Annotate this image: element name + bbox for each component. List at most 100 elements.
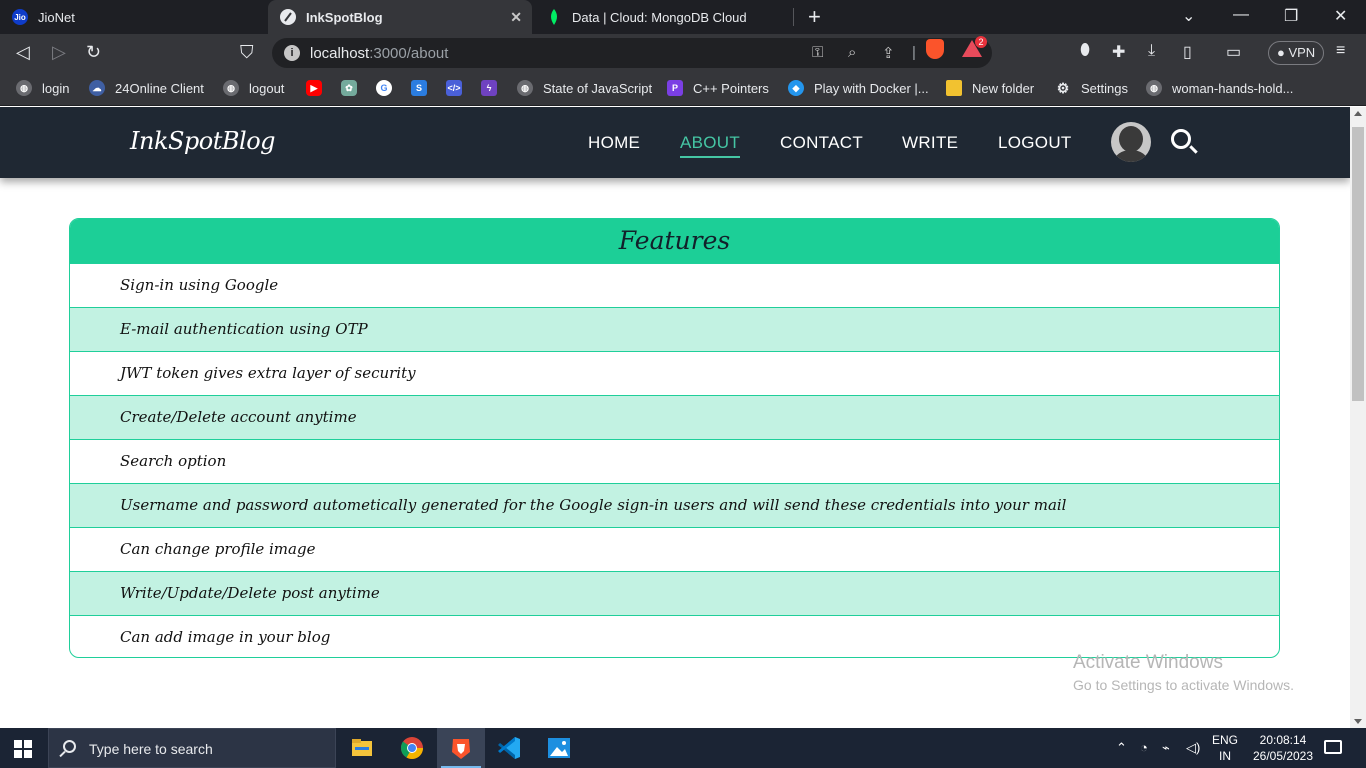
feature-row: Sign-in using Google (70, 263, 1279, 307)
feature-row: E-mail authentication using OTP (70, 307, 1279, 351)
scroll-up-icon[interactable] (1354, 111, 1362, 116)
bookmark-cpp-pointers[interactable]: P C++ Pointers (667, 80, 769, 96)
bookmark-s[interactable]: S (411, 80, 437, 96)
rewards-badge: 2 (975, 36, 987, 48)
bookmark-docker[interactable]: ◆ Play with Docker |... (788, 80, 929, 96)
tab-title: JioNet (38, 9, 75, 25)
google-icon: G (376, 80, 392, 96)
search-icon (63, 740, 76, 753)
network-icon[interactable]: ◔ (1140, 740, 1148, 755)
tray-chevron-icon[interactable]: ⌃ (1116, 740, 1127, 756)
window-close-icon[interactable]: ✕ (1334, 6, 1347, 26)
back-arrow-icon[interactable]: ◁ (16, 42, 30, 63)
bookmark-chatgpt[interactable]: ✿ (341, 80, 367, 96)
bookmark-code[interactable]: </> (446, 80, 472, 96)
scroll-down-icon[interactable] (1354, 719, 1362, 724)
address-bar[interactable]: i localhost:3000/about ⚿ ⌕ ⇪ | (272, 38, 992, 68)
nav-contact[interactable]: CONTACT (780, 133, 863, 153)
bookmark-icon[interactable]: ⛉ (240, 42, 254, 63)
nav-home[interactable]: HOME (588, 133, 640, 153)
bookmark-24online[interactable]: ☁ 24Online Client (89, 80, 204, 96)
tab-jionet[interactable]: Jio JioNet (0, 0, 266, 34)
page-viewport: InkSpotBlog HOME ABOUT CONTACT WRITE LOG… (0, 107, 1350, 728)
bolt-icon: ϟ (481, 80, 497, 96)
brave-taskbar-icon[interactable] (437, 728, 485, 768)
lang-code: ENG (1211, 733, 1238, 747)
bookmark-login[interactable]: ◍ login (16, 80, 69, 96)
maximize-icon[interactable]: ❐ (1284, 6, 1298, 26)
browser-toolbar: ◁ ▷ ↻ ⛉ i localhost:3000/about ⚿ ⌕ ⇪ | 2… (0, 34, 1366, 72)
avatar[interactable] (1111, 122, 1151, 162)
bookmark-bolt[interactable]: ϟ (481, 80, 507, 96)
chrome-icon[interactable] (388, 728, 436, 768)
avatar-body (1114, 150, 1148, 162)
share-icon[interactable]: ⇪ (882, 44, 895, 62)
globe-icon: ◍ (16, 80, 32, 96)
divider: | (912, 44, 916, 61)
youtube-icon: ▶ (306, 80, 322, 96)
feature-row: Username and password autometically gene… (70, 483, 1279, 527)
bookmark-google[interactable]: G (376, 80, 402, 96)
clock-time: 20:08:14 (1259, 733, 1307, 747)
avatar-head (1119, 126, 1143, 152)
sidebar-icon[interactable]: ▯ (1183, 42, 1192, 62)
power-plug-icon[interactable]: ⌁ (1162, 740, 1170, 756)
site-navbar: InkSpotBlog HOME ABOUT CONTACT WRITE LOG… (0, 107, 1350, 178)
tab-inkspotblog[interactable]: InkSpotBlog ✕ (268, 0, 532, 34)
wallet-icon[interactable]: ▭ (1226, 42, 1241, 62)
puzzle-extensions-icon[interactable]: ✚ (1112, 42, 1125, 62)
chatgpt-icon: ✿ (341, 80, 357, 96)
gear-icon: ⚙ (1056, 79, 1070, 96)
brave-rewards-icon[interactable]: 2 (962, 36, 987, 57)
photos-icon[interactable] (535, 728, 583, 768)
nav-write[interactable]: WRITE (902, 133, 958, 153)
scrollbar-thumb[interactable] (1352, 127, 1364, 401)
tab-title: InkSpotBlog (306, 9, 383, 25)
nav-logout[interactable]: LOGOUT (998, 133, 1072, 153)
feature-row: Write/Update/Delete post anytime (70, 571, 1279, 615)
bookmark-settings[interactable]: ⚙ Settings (1055, 80, 1128, 96)
download-icon[interactable]: ⤓ (1148, 42, 1155, 60)
activate-windows-subtitle: Go to Settings to activate Windows. (1073, 677, 1294, 693)
bookmark-youtube[interactable]: ▶ (306, 80, 332, 96)
globe-icon: ◍ (1146, 80, 1162, 96)
volume-icon[interactable]: ◁) (1186, 740, 1200, 756)
bookmark-state-of-js[interactable]: ◍ State of JavaScript (517, 80, 652, 96)
zoom-icon[interactable]: ⌕ (848, 44, 856, 61)
menu-hamburger-icon[interactable]: ≡ (1336, 42, 1345, 60)
forward-arrow-icon[interactable]: ▷ (52, 42, 66, 63)
site-info-icon[interactable]: i (284, 45, 300, 61)
bookmark-woman-hands[interactable]: ◍ woman-hands-hold... (1146, 80, 1293, 96)
brave-shields-icon[interactable] (926, 39, 944, 59)
search-icon[interactable] (1171, 129, 1191, 149)
close-tab-icon[interactable]: ✕ (510, 9, 522, 26)
minimize-icon[interactable]: — (1233, 6, 1249, 24)
extension-dot-icon[interactable]: ⬮ (1080, 42, 1090, 60)
feature-row: Search option (70, 439, 1279, 483)
search-placeholder: Type here to search (89, 741, 213, 757)
tab-mongodb[interactable]: Data | Cloud: MongoDB Cloud (534, 0, 794, 34)
globe-icon: ◍ (517, 80, 533, 96)
page-scrollbar[interactable] (1350, 107, 1366, 728)
reload-icon[interactable]: ↻ (86, 42, 101, 63)
bookmark-logout[interactable]: ◍ logout (223, 80, 284, 96)
jio-favicon-icon: Jio (12, 9, 28, 25)
language-indicator[interactable]: ENG IN (1208, 732, 1242, 764)
tab-list-chevron-icon[interactable]: ⌄ (1182, 6, 1195, 26)
key-icon[interactable]: ⚿ (812, 44, 823, 61)
windows-start-icon[interactable] (14, 740, 32, 758)
p-icon: P (667, 80, 683, 96)
tab-divider (793, 8, 794, 26)
nav-about[interactable]: ABOUT (680, 133, 741, 158)
bookmark-new-folder[interactable]: New folder (946, 80, 1034, 96)
site-logo[interactable]: InkSpotBlog (130, 127, 276, 155)
new-tab-plus-icon[interactable]: + (808, 4, 821, 30)
vpn-button[interactable]: ● VPN (1268, 41, 1325, 65)
activate-windows-title: Activate Windows (1073, 652, 1223, 673)
file-explorer-icon[interactable] (338, 728, 386, 768)
notification-icon[interactable] (1324, 740, 1342, 754)
vscode-icon[interactable] (486, 728, 534, 768)
taskbar-search-input[interactable]: Type here to search (48, 728, 336, 768)
system-clock[interactable]: 20:08:14 26/05/2023 (1250, 732, 1316, 764)
active-underline (680, 156, 741, 158)
